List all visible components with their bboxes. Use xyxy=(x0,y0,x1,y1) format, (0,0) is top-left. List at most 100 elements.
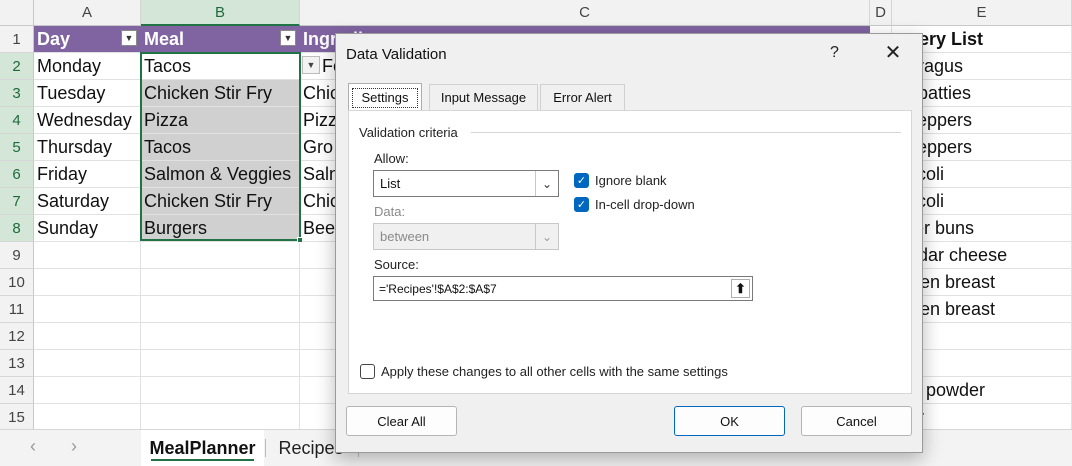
row-header[interactable]: 7 xyxy=(0,188,34,215)
tab-settings[interactable]: Settings xyxy=(348,83,422,111)
row-header[interactable]: 13 xyxy=(0,350,34,377)
cell-dropdown-button[interactable]: ▼ xyxy=(302,56,320,74)
chevron-down-icon: ⌄ xyxy=(535,224,558,249)
data-dropdown: between ⌄ xyxy=(373,223,559,250)
tab-error-alert[interactable]: Error Alert xyxy=(540,84,625,110)
cell-text: Chic xyxy=(303,83,340,103)
cell-text: Chic xyxy=(303,191,340,211)
table-header-cell[interactable]: Day ▼ xyxy=(34,26,141,53)
cell[interactable]: Sunday xyxy=(34,215,141,242)
allow-dropdown[interactable]: List ⌄ xyxy=(373,170,559,197)
source-input[interactable]: ='Recipes'!$A$2:$A$7 ⬆ xyxy=(373,276,753,301)
ignore-blank-checkbox[interactable]: ✓ xyxy=(574,173,589,188)
cell[interactable] xyxy=(141,377,300,404)
row-header[interactable]: 9 xyxy=(0,242,34,269)
row-header[interactable]: 12 xyxy=(0,323,34,350)
data-value: between xyxy=(380,229,430,244)
fill-handle[interactable] xyxy=(297,237,303,243)
filter-dropdown-icon[interactable]: ▼ xyxy=(280,30,296,46)
cell[interactable] xyxy=(141,242,300,269)
cell[interactable]: Thursday xyxy=(34,134,141,161)
tab-label: Input Message xyxy=(440,90,527,105)
cell-text: Tuesday xyxy=(37,83,106,103)
cell[interactable]: Wednesday xyxy=(34,107,141,134)
cancel-button[interactable]: Cancel xyxy=(801,406,912,436)
previous-sheet-arrow-icon[interactable]: ‹ xyxy=(30,436,36,457)
next-sheet-arrow-icon[interactable]: › xyxy=(71,436,77,457)
checkmark-icon: ✓ xyxy=(576,175,587,187)
cell[interactable] xyxy=(34,296,141,323)
select-all-corner[interactable] xyxy=(0,0,34,26)
row-header[interactable]: 3 xyxy=(0,80,34,107)
row-header[interactable]: 2 xyxy=(0,53,34,80)
tab-divider xyxy=(265,439,266,457)
cell[interactable] xyxy=(34,242,141,269)
close-icon[interactable]: ✕ xyxy=(881,40,905,64)
cell[interactable]: Monday xyxy=(34,53,141,80)
cell[interactable] xyxy=(141,404,300,431)
row-header[interactable]: 10 xyxy=(0,269,34,296)
column-header-c[interactable]: C xyxy=(300,0,870,26)
cell-text: Sunday xyxy=(37,218,99,238)
active-tab-underline xyxy=(151,459,254,461)
data-validation-dialog: Data Validation ? ✕ Settings Input Messa… xyxy=(335,33,923,453)
cell[interactable] xyxy=(34,323,141,350)
cell-text: Friday xyxy=(37,164,88,184)
row-header[interactable]: 14 xyxy=(0,377,34,404)
apply-all-label[interactable]: Apply these changes to all other cells w… xyxy=(381,364,728,379)
cell-text: Wednesday xyxy=(37,110,132,130)
sheet-tab-mealplanner[interactable]: MealPlanner xyxy=(141,430,264,466)
tab-label: Error Alert xyxy=(553,90,612,105)
apply-all-checkbox[interactable] xyxy=(360,364,375,379)
column-header-b[interactable]: B xyxy=(141,0,300,26)
data-label: Data: xyxy=(374,204,406,219)
cell-text: Saln xyxy=(303,164,340,184)
sheet-tab-label: Recipes xyxy=(278,437,344,458)
collapse-dialog-icon[interactable]: ⬆ xyxy=(731,279,750,298)
row-header[interactable]: 5 xyxy=(0,134,34,161)
row-header[interactable]: 6 xyxy=(0,161,34,188)
cell-text: Meal xyxy=(144,29,185,49)
table-header-cell[interactable]: Meal ▼ xyxy=(141,26,300,53)
cell[interactable]: Saturday xyxy=(34,188,141,215)
in-cell-dropdown-label[interactable]: In-cell drop-down xyxy=(595,197,695,212)
validation-criteria-label: Validation criteria xyxy=(359,125,458,140)
source-value: ='Recipes'!$A$2:$A$7 xyxy=(379,281,497,296)
cell[interactable] xyxy=(34,350,141,377)
cell[interactable]: Tuesday xyxy=(34,80,141,107)
clear-all-button[interactable]: Clear All xyxy=(346,406,457,436)
cell[interactable] xyxy=(141,350,300,377)
row-header[interactable]: 4 xyxy=(0,107,34,134)
cell-text: Pizz xyxy=(303,110,338,130)
cell[interactable] xyxy=(34,377,141,404)
cell-text: Monday xyxy=(37,56,102,76)
in-cell-dropdown-checkbox[interactable]: ✓ xyxy=(574,197,589,212)
cell-text: Saturday xyxy=(37,191,110,211)
dialog-title: Data Validation xyxy=(346,46,447,63)
filter-dropdown-icon[interactable]: ▼ xyxy=(121,30,137,46)
group-divider xyxy=(471,132,901,133)
row-header[interactable]: 1 xyxy=(0,26,34,53)
ok-button[interactable]: OK xyxy=(674,406,785,436)
cell-text: Thursday xyxy=(37,137,113,157)
row-header[interactable]: 11 xyxy=(0,296,34,323)
source-label: Source: xyxy=(374,257,419,272)
cell[interactable] xyxy=(141,269,300,296)
allow-value: List xyxy=(380,176,401,191)
sheet-tab-label: MealPlanner xyxy=(149,437,256,458)
checkmark-icon: ✓ xyxy=(576,199,587,211)
row-header[interactable]: 15 xyxy=(0,404,34,431)
column-header-a[interactable]: A xyxy=(34,0,141,26)
cell[interactable]: Friday xyxy=(34,161,141,188)
column-header-e[interactable]: E xyxy=(892,0,1072,26)
cell[interactable] xyxy=(141,323,300,350)
cell[interactable] xyxy=(34,269,141,296)
row-header[interactable]: 8 xyxy=(0,215,34,242)
ignore-blank-label[interactable]: Ignore blank xyxy=(595,173,667,188)
cell[interactable] xyxy=(34,404,141,431)
tab-input-message[interactable]: Input Message xyxy=(429,84,538,110)
cell[interactable] xyxy=(141,296,300,323)
chevron-down-icon: ▼ xyxy=(306,60,316,70)
help-icon[interactable]: ? xyxy=(830,44,839,62)
column-header-d[interactable]: D xyxy=(870,0,892,26)
